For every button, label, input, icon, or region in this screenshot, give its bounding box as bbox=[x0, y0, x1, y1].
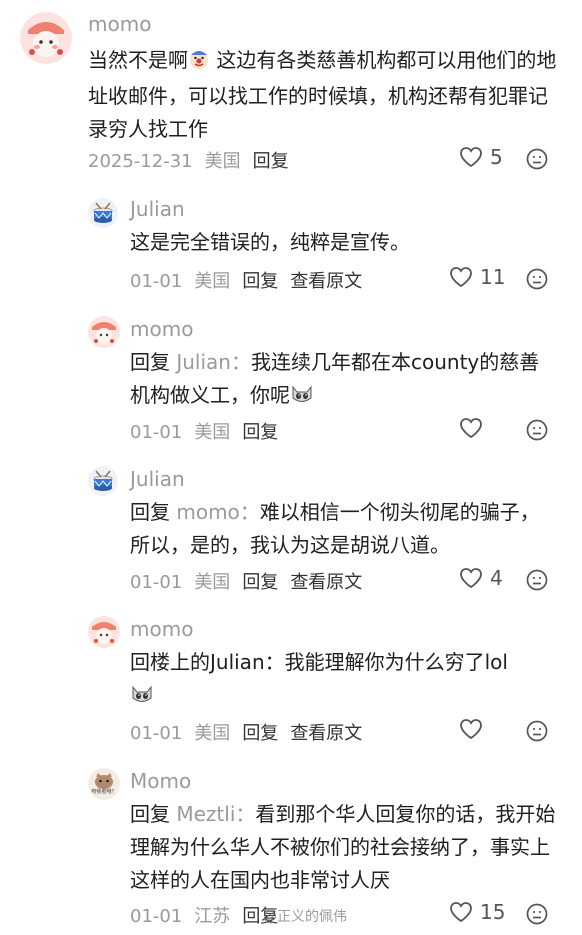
cat-face-icon bbox=[290, 382, 314, 415]
comment-meta: 01-01 美国 回复 查看原文 bbox=[130, 267, 362, 293]
comment-text-part-1: 当然不是啊 bbox=[88, 48, 188, 72]
dislike-button[interactable] bbox=[526, 148, 548, 170]
avatar[interactable] bbox=[88, 198, 118, 228]
reply-to-user[interactable]: Julian： bbox=[170, 350, 251, 374]
comment-text: 回楼上的Julian：我能理解你为什么穷了lol bbox=[130, 646, 556, 715]
like-count: 11 bbox=[480, 265, 506, 289]
username[interactable]: momo bbox=[130, 317, 193, 341]
comment-location: 美国 bbox=[204, 151, 241, 172]
comment-date: 01-01 bbox=[130, 572, 183, 593]
comment-text: 当然不是啊 这边有各类慈善机构都可以用他们的地址收邮件，可以找工作的时候填，机构… bbox=[88, 44, 558, 146]
comment-date: 2025-12-31 bbox=[88, 151, 193, 172]
username[interactable]: momo bbox=[88, 12, 151, 36]
comment-meta: 2025-12-31 美国 回复 bbox=[88, 147, 289, 173]
heart-outline-icon bbox=[460, 147, 482, 168]
reply-prefix: 回复 bbox=[130, 802, 170, 826]
comment-date: 01-01 bbox=[130, 422, 183, 443]
dislike-button[interactable] bbox=[526, 419, 548, 441]
comment-1: momo 当然不是啊 这边有各类慈善机构都可以用他们的地址收邮件，可以找工作的时… bbox=[0, 0, 582, 180]
reply-prefix: 回复 bbox=[130, 350, 170, 374]
like-count: 15 bbox=[480, 900, 506, 924]
comment-date: 01-01 bbox=[130, 906, 183, 927]
avatar[interactable] bbox=[88, 316, 120, 348]
comment-2: Julian 这是完全错误的，纯粹是宣传。 01-01 美国 回复 查看原文 11 bbox=[0, 190, 582, 300]
reply-button[interactable]: 回复 bbox=[242, 723, 278, 744]
heart-outline-icon bbox=[460, 418, 482, 439]
view-original-button[interactable]: 查看原文 bbox=[290, 271, 362, 292]
reply-button[interactable]: 回复 bbox=[242, 271, 278, 292]
comment-text: 回复 Meztli：看到那个华人回复你的话，我开始理解为什么华人不被你们的社会接… bbox=[130, 798, 556, 897]
heart-outline-icon bbox=[450, 902, 472, 923]
unhappy-face-icon bbox=[526, 903, 548, 925]
dislike-button[interactable] bbox=[526, 903, 548, 925]
unhappy-face-icon bbox=[526, 720, 548, 742]
comment-text: 回复 momo：难以相信一个彻头彻尾的骗子，所以，是的，我认为这是胡说八道。 bbox=[130, 496, 556, 562]
comment-5: momo 回楼上的Julian：我能理解你为什么穷了lol 01-01 美国 回复查… bbox=[0, 610, 582, 755]
username[interactable]: Momo bbox=[130, 769, 191, 793]
like-button[interactable] bbox=[458, 717, 490, 741]
comment-location: 美国 bbox=[194, 271, 231, 292]
dislike-button[interactable] bbox=[526, 569, 548, 591]
comment-3: momo 回复 Julian：我连续几年都在本county的慈善机构做义工，你呢… bbox=[0, 310, 582, 450]
comment-meta: 01-01 美国 回复 bbox=[130, 418, 278, 444]
comment-date: 01-01 bbox=[130, 723, 183, 744]
avatar-caption: 吻我者哦？ bbox=[91, 789, 117, 795]
unhappy-face-icon bbox=[526, 419, 548, 441]
reply-button[interactable]: 回复 bbox=[242, 572, 278, 593]
comment-date: 01-01 bbox=[130, 271, 183, 292]
reply-to-user[interactable]: Meztli： bbox=[170, 802, 255, 826]
comment-location: 美国 bbox=[194, 422, 231, 443]
unhappy-face-icon bbox=[526, 148, 548, 170]
comment-meta: 01-01 美国 回复 查看原文 bbox=[130, 719, 362, 745]
clown-face-icon bbox=[188, 47, 210, 80]
avatar[interactable]: 吻我者哦？ bbox=[88, 768, 120, 800]
cat-face-icon bbox=[130, 682, 154, 715]
reply-button[interactable]: 回复 bbox=[242, 422, 278, 443]
avatar[interactable] bbox=[20, 12, 72, 64]
comment-location: 美国 bbox=[194, 723, 231, 744]
reply-prefix: 回复 bbox=[130, 500, 170, 524]
username[interactable]: Julian bbox=[130, 467, 185, 491]
avatar[interactable] bbox=[88, 466, 118, 496]
comment-location: 江苏 bbox=[194, 906, 231, 927]
username[interactable]: momo bbox=[130, 617, 193, 641]
like-button[interactable]: 5 bbox=[458, 145, 503, 169]
reply-button[interactable]: 回复 bbox=[253, 151, 289, 172]
view-original-button[interactable]: 查看原文 bbox=[290, 723, 362, 744]
like-button[interactable]: 11 bbox=[448, 265, 505, 289]
heart-outline-icon bbox=[460, 568, 482, 589]
reply-text: 回楼上的Julian：我能理解你为什么穷了lol bbox=[130, 650, 508, 674]
like-button[interactable] bbox=[458, 416, 490, 440]
reply-to-user[interactable]: momo： bbox=[170, 500, 259, 524]
username[interactable]: Julian bbox=[130, 197, 185, 221]
comment-meta: 01-01 江苏 回复 bbox=[130, 902, 278, 928]
watermark: @正义的佩伟 bbox=[263, 909, 347, 925]
dislike-button[interactable] bbox=[526, 720, 548, 742]
dislike-button[interactable] bbox=[526, 268, 548, 290]
comment-4: Julian 回复 momo：难以相信一个彻头彻尾的骗子，所以，是的，我认为这是… bbox=[0, 460, 582, 600]
heart-outline-icon bbox=[450, 267, 472, 288]
comment-location: 美国 bbox=[194, 572, 231, 593]
unhappy-face-icon bbox=[526, 268, 548, 290]
like-count: 5 bbox=[490, 145, 503, 169]
heart-outline-icon bbox=[460, 719, 482, 740]
unhappy-face-icon bbox=[526, 569, 548, 591]
view-original-button[interactable]: 查看原文 bbox=[290, 572, 362, 593]
like-button[interactable]: 4 bbox=[458, 566, 503, 590]
like-button[interactable]: 15 bbox=[448, 900, 505, 924]
like-count: 4 bbox=[490, 566, 503, 590]
comment-text: 回复 Julian：我连续几年都在本county的慈善机构做义工，你呢 bbox=[130, 346, 556, 415]
comment-text: 这是完全错误的，纯粹是宣传。 bbox=[130, 230, 410, 254]
avatar[interactable] bbox=[88, 616, 120, 648]
comment-meta: 01-01 美国 回复 查看原文 bbox=[130, 568, 362, 594]
